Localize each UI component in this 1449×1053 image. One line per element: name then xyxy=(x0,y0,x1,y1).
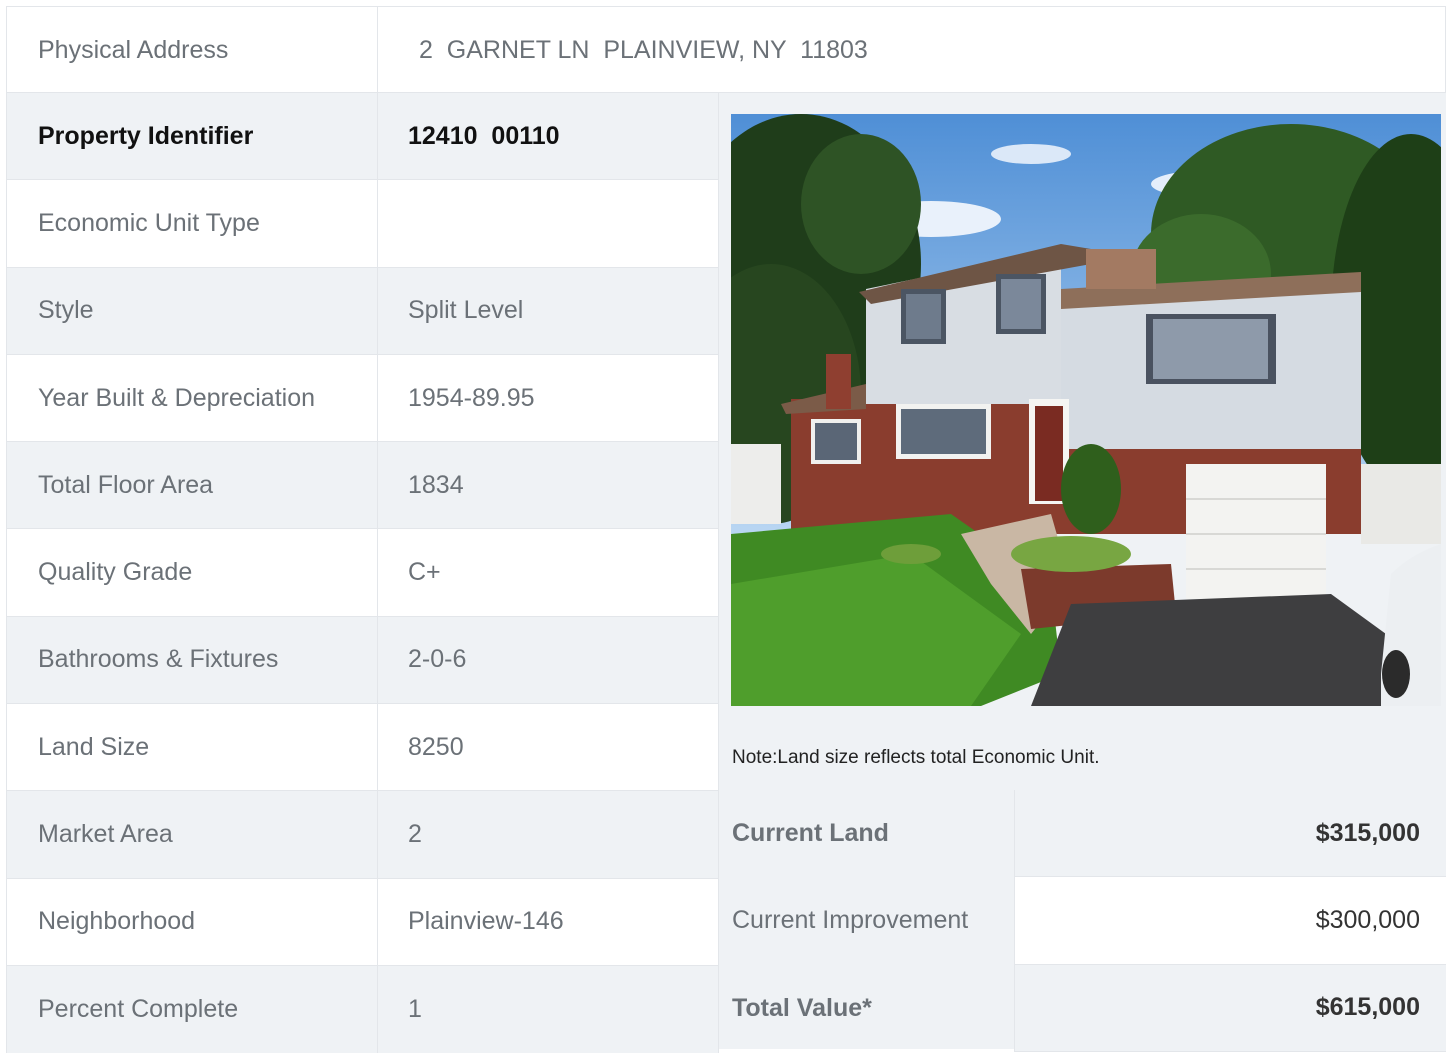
current-land-value: $315,000 xyxy=(1014,790,1446,878)
photo-and-valuation-panel: Note:Land size reflects total Economic U… xyxy=(719,93,1446,1052)
table-row: Quality Grade C+ xyxy=(6,529,719,617)
economic-unit-type-value xyxy=(378,180,719,267)
table-row: Current Land $315,000 xyxy=(719,790,1446,878)
market-area-label: Market Area xyxy=(6,791,378,878)
bathrooms-label: Bathrooms & Fixtures xyxy=(6,616,378,704)
address-row: Physical Address 2 GARNET LN PLAINVIEW, … xyxy=(6,6,1446,94)
table-row: Percent Complete 1 xyxy=(6,965,719,1053)
current-improvement-value: $300,000 xyxy=(1014,877,1446,965)
property-record-card: Physical Address 2 GARNET LN PLAINVIEW, … xyxy=(6,6,1446,1053)
year-built-value: 1954-89.95 xyxy=(378,354,719,442)
property-details-table: Property Identifier 12410 00110 Economic… xyxy=(6,93,719,1053)
property-identifier-label: Property Identifier xyxy=(6,93,378,180)
table-row: Total Floor Area 1834 xyxy=(6,442,719,530)
table-row: Current Improvement $300,000 xyxy=(719,877,1446,965)
land-size-label: Land Size xyxy=(6,704,378,791)
table-row: Property Identifier 12410 00110 xyxy=(6,93,719,181)
table-row: Market Area 2 xyxy=(6,791,719,879)
total-floor-area-label: Total Floor Area xyxy=(6,442,378,529)
table-row: Total Value* $615,000 xyxy=(719,964,1446,1052)
bathrooms-value: 2-0-6 xyxy=(378,616,719,704)
neighborhood-value: Plainview-146 xyxy=(378,878,719,965)
address-value: 2 GARNET LN PLAINVIEW, NY 11803 xyxy=(378,7,1446,94)
current-land-label: Current Land xyxy=(732,819,889,848)
total-value-value: $615,000 xyxy=(1014,964,1446,1052)
quality-grade-label: Quality Grade xyxy=(6,529,378,616)
year-built-label: Year Built & Depreciation xyxy=(6,354,378,442)
valuation-table: Current Land $315,000 Current Improvemen… xyxy=(719,790,1446,1052)
total-floor-area-value: 1834 xyxy=(378,442,719,529)
current-improvement-label: Current Improvement xyxy=(732,906,969,935)
property-identifier-value: 12410 00110 xyxy=(378,93,719,180)
table-row: Neighborhood Plainview-146 xyxy=(6,878,719,966)
address-label: Physical Address xyxy=(6,7,378,94)
house-photo xyxy=(731,114,1441,706)
quality-grade-value: C+ xyxy=(378,529,719,616)
land-size-value: 8250 xyxy=(378,704,719,791)
percent-complete-value: 1 xyxy=(378,965,719,1053)
table-row: Year Built & Depreciation 1954-89.95 xyxy=(6,354,719,443)
style-value: Split Level xyxy=(378,267,719,354)
table-row: Land Size 8250 xyxy=(6,704,719,792)
percent-complete-label: Percent Complete xyxy=(6,965,378,1053)
table-row: Style Split Level xyxy=(6,267,719,355)
style-label: Style xyxy=(6,267,378,354)
land-size-note: Note:Land size reflects total Economic U… xyxy=(732,747,1100,768)
market-area-value: 2 xyxy=(378,791,719,878)
economic-unit-type-label: Economic Unit Type xyxy=(6,180,378,267)
neighborhood-label: Neighborhood xyxy=(6,878,378,965)
table-row: Bathrooms & Fixtures 2-0-6 xyxy=(6,616,719,705)
total-value-label: Total Value* xyxy=(732,993,872,1022)
table-row: Economic Unit Type xyxy=(6,180,719,268)
